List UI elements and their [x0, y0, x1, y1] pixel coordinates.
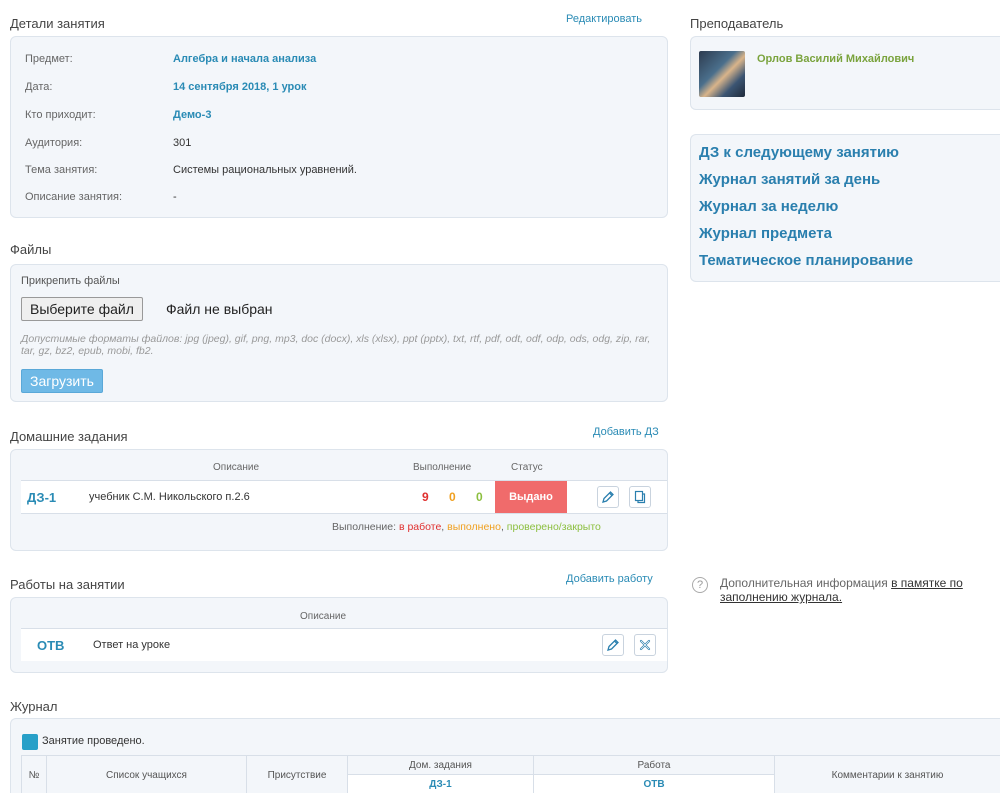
detail-row-date: Дата: 14 сентября 2018, 1 урок: [25, 81, 307, 93]
quick-link-next-homework[interactable]: ДЗ к следующему занятию: [699, 144, 899, 161]
edit-link[interactable]: Редактировать: [566, 13, 642, 25]
journal-header-presence: Присутствие: [246, 755, 348, 793]
copy-homework-button[interactable]: [629, 486, 651, 508]
help-note: Дополнительная информация в памятке по з…: [720, 576, 1000, 604]
detail-label: Предмет:: [25, 53, 73, 65]
journal-panel: Занятие проведено. № Список учащихся При…: [10, 718, 1000, 793]
classwork-panel: Описание ОТВ Ответ на уроке: [10, 597, 668, 673]
table-row: ДЗ-1 учебник С.М. Никольского п.2.6 9 0 …: [21, 481, 667, 513]
description-value: -: [173, 191, 177, 203]
quick-link-day-journal[interactable]: Журнал занятий за день: [699, 171, 880, 188]
detail-row-description: Описание занятия: -: [25, 191, 177, 203]
details-panel: Предмет: Алгебра и начала анализа Дата: …: [10, 36, 668, 218]
legend-done: выполнено: [447, 521, 501, 533]
add-work-link[interactable]: Добавить работу: [566, 573, 653, 585]
file-status: Файл не выбран: [166, 301, 273, 317]
lesson-held-indicator: [22, 734, 38, 750]
lesson-held-label: Занятие проведено.: [42, 735, 145, 747]
help-icon: ?: [692, 577, 708, 593]
work-description: Ответ на уроке: [93, 639, 171, 651]
in-work-count: 9: [422, 490, 429, 504]
room-value: 301: [173, 137, 192, 149]
topic-value: Системы рациональных уравнений.: [173, 164, 357, 176]
journal-homework-column-link[interactable]: ДЗ-1: [429, 779, 451, 790]
detail-label: Тема занятия:: [25, 164, 98, 176]
class-link[interactable]: Демо-3: [173, 109, 211, 121]
classwork-title: Работы на занятии: [10, 577, 125, 592]
classwork-header-description: Описание: [300, 611, 347, 622]
homework-header-status: Статус: [511, 462, 543, 473]
copy-icon: [634, 490, 646, 504]
journal-work-column-link[interactable]: ОТВ: [643, 779, 664, 790]
quick-links-panel: ДЗ к следующему занятию Журнал занятий з…: [690, 134, 1000, 282]
done-count: 0: [449, 490, 456, 504]
journal-header-work: Работа: [533, 755, 775, 775]
homework-description: учебник С.М. Никольского п.2.6: [89, 491, 250, 503]
add-homework-link[interactable]: Добавить ДЗ: [593, 426, 659, 438]
teacher-name-link[interactable]: Орлов Василий Михайлович: [757, 53, 914, 65]
completion-legend: Выполнение: в работе, выполнено, провере…: [332, 521, 601, 533]
divider: [21, 513, 667, 514]
homework-panel: Описание Выполнение Статус ДЗ-1 учебник …: [10, 449, 668, 551]
delete-work-button[interactable]: [634, 634, 656, 656]
checked-count: 0: [476, 490, 483, 504]
edit-homework-button[interactable]: [597, 486, 619, 508]
quick-link-thematic-plan[interactable]: Тематическое планирование: [699, 252, 913, 269]
quick-link-subject-journal[interactable]: Журнал предмета: [699, 225, 832, 242]
pencil-icon: [607, 639, 619, 651]
homework-code-link[interactable]: ДЗ-1: [27, 490, 56, 505]
detail-label: Описание занятия:: [25, 191, 123, 203]
work-code-link[interactable]: ОТВ: [37, 638, 64, 653]
files-title: Файлы: [10, 242, 52, 257]
legend-prefix: Выполнение:: [332, 521, 397, 533]
choose-file-button[interactable]: Выберите файл: [21, 297, 143, 321]
legend-in-work: в работе: [398, 521, 442, 533]
detail-label: Аудитория:: [25, 137, 83, 149]
journal-header-homework: Дом. задания: [347, 755, 534, 775]
date-link[interactable]: 14 сентября 2018, 1 урок: [173, 81, 307, 93]
quick-link-week-journal[interactable]: Журнал за неделю: [699, 198, 838, 215]
detail-row-class: Кто приходит: Демо-3: [25, 109, 211, 121]
upload-button[interactable]: Загрузить: [21, 369, 103, 393]
files-panel: Прикрепить файлы Выберите файл Файл не в…: [10, 264, 668, 402]
homework-header-completion: Выполнение: [413, 462, 472, 473]
homework-title: Домашние задания: [10, 429, 128, 444]
detail-row-room: Аудитория: 301: [25, 137, 191, 149]
teacher-panel: Орлов Василий Михайлович: [690, 36, 1000, 110]
help-text: Дополнительная информация: [720, 576, 888, 590]
journal-header-comments: Комментарии к занятию: [774, 755, 1000, 793]
journal-header-students: Список учащихся: [46, 755, 247, 793]
teacher-title: Преподаватель: [690, 16, 784, 31]
homework-header-description: Описание: [213, 462, 260, 473]
table-row: ОТВ Ответ на уроке: [21, 629, 667, 661]
detail-row-topic: Тема занятия: Системы рациональных уравн…: [25, 164, 357, 176]
allowed-formats: Допустимые форматы файлов: jpg (jpeg), g…: [21, 333, 651, 357]
status-badge: Выдано: [495, 481, 567, 513]
detail-label: Дата:: [25, 81, 53, 93]
legend-checked: проверено/закрыто: [506, 521, 601, 533]
subject-link[interactable]: Алгебра и начала анализа: [173, 53, 316, 65]
journal-title: Журнал: [10, 699, 58, 714]
edit-work-button[interactable]: [602, 634, 624, 656]
detail-label: Кто приходит:: [25, 109, 96, 121]
teacher-avatar: [699, 51, 745, 97]
attach-label: Прикрепить файлы: [21, 275, 120, 287]
pencil-icon: [602, 491, 614, 503]
detail-row-subject: Предмет: Алгебра и начала анализа: [25, 53, 316, 65]
delete-icon: [639, 639, 651, 651]
details-title: Детали занятия: [10, 16, 105, 31]
journal-header-num: №: [21, 755, 47, 793]
